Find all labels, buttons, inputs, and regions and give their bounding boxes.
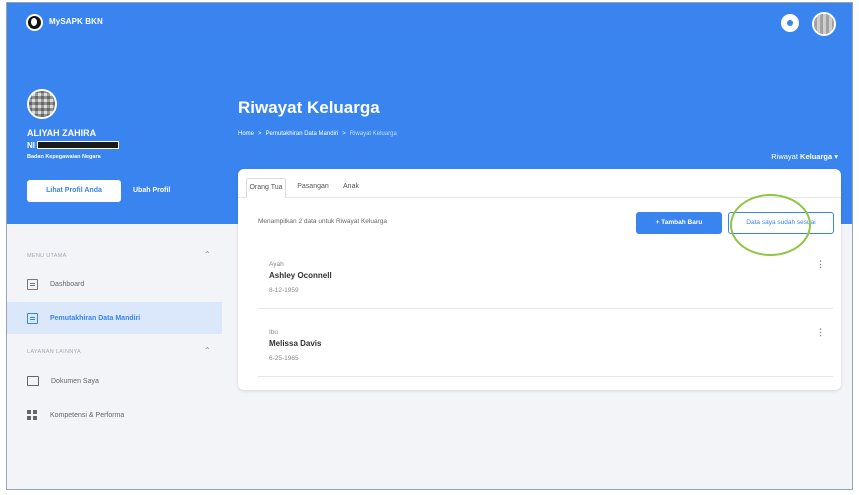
add-new-button[interactable]: + Tambah Baru xyxy=(636,212,722,234)
user-avatar[interactable] xyxy=(812,12,836,36)
member-birthdate: 6-25-1965 xyxy=(269,355,299,362)
breadcrumb-home[interactable]: Home xyxy=(238,131,254,137)
member-name: Melissa Davis xyxy=(269,339,322,348)
sidebar-section-other: LAYANAN LAINNYA xyxy=(27,349,82,355)
redacted-nip xyxy=(37,141,119,149)
sidebar-item-competency[interactable]: Kompetensi & Performa xyxy=(7,399,222,431)
profile-name: ALIYAH ZAHIRA xyxy=(27,128,97,138)
sidebar-section-main: MENU UTAMA xyxy=(27,253,67,259)
top-bar: MySAPK BKN xyxy=(7,3,852,43)
collapse-main-icon[interactable]: ⌃ xyxy=(204,250,211,259)
edit-profile-button[interactable]: Ubah Profil xyxy=(133,180,170,202)
relation-label: Ayah xyxy=(269,261,284,268)
sidebar-item-documents[interactable]: Dokumen Saya xyxy=(7,365,222,397)
sidebar-item-label: Dokumen Saya xyxy=(51,377,99,385)
view-profile-button[interactable]: Lihat Profil Anda xyxy=(27,180,121,202)
sidebar-item-data-update[interactable]: Pemutakhiran Data Mandiri xyxy=(7,302,222,334)
tab-spouse[interactable]: Pasangan xyxy=(291,178,335,198)
member-name: Ashley Oconnell xyxy=(269,271,332,280)
list-item: Ibu Melissa Davis 6-25-1965 ⋮ xyxy=(258,317,833,377)
relation-label: Ibu xyxy=(269,329,279,336)
sidebar-item-label: Dashboard xyxy=(50,280,85,288)
member-birthdate: 8-12-1959 xyxy=(269,287,299,294)
page-selector-dropdown[interactable]: Riwayat Keluarga ▾ xyxy=(771,152,838,161)
breadcrumb-separator: > xyxy=(342,131,346,137)
breadcrumb-current: Riwayat Keluarga xyxy=(349,131,397,137)
notification-icon[interactable] xyxy=(781,14,799,32)
profile-nip: NI xyxy=(27,141,119,151)
selector-value: Keluarga xyxy=(800,152,833,161)
grid-icon xyxy=(27,409,38,421)
app-window: MySAPK BKN ALIYAH ZAHIRA NI Badan Kepega… xyxy=(6,2,853,490)
list-item: Ayah Ashley Oconnell 8-12-1959 ⋮ xyxy=(258,249,833,309)
breadcrumb: Home > Pemutakhiran Data Mandiri > Riway… xyxy=(238,131,397,137)
profile-nip-prefix: NI xyxy=(27,141,35,150)
selector-prefix: Riwayat xyxy=(771,152,798,161)
page-title: Riwayat Keluarga xyxy=(238,98,380,117)
collapse-other-icon[interactable]: ⌃ xyxy=(204,346,211,355)
app-name[interactable]: MySAPK BKN xyxy=(49,17,103,26)
profile-organization: Badan Kepegawaian Negara xyxy=(27,154,101,160)
dashboard-icon xyxy=(27,278,38,290)
chevron-down-icon: ▾ xyxy=(834,152,838,161)
result-summary: Menampilkan 2 data untuk Riwayat Keluarg… xyxy=(258,218,387,225)
profile-avatar xyxy=(27,89,57,119)
sidebar-item-label: Pemutakhiran Data Mandiri xyxy=(50,314,141,322)
tab-parents[interactable]: Orang Tua xyxy=(246,178,286,198)
folder-icon xyxy=(27,376,39,386)
app-logo-icon[interactable] xyxy=(26,14,43,31)
sidebar-item-dashboard[interactable]: Dashboard xyxy=(7,268,222,300)
breadcrumb-separator: > xyxy=(258,131,262,137)
highlight-annotation xyxy=(730,194,811,256)
sidebar-item-label: Kompetensi & Performa xyxy=(50,411,125,419)
breadcrumb-data-update[interactable]: Pemutakhiran Data Mandiri xyxy=(266,131,339,137)
tab-bar: Orang Tua Pasangan Anak xyxy=(238,169,841,198)
more-options-icon[interactable]: ⋮ xyxy=(816,327,825,338)
list-icon xyxy=(27,312,38,324)
more-options-icon[interactable]: ⋮ xyxy=(816,259,825,270)
tab-children[interactable]: Anak xyxy=(337,178,365,198)
